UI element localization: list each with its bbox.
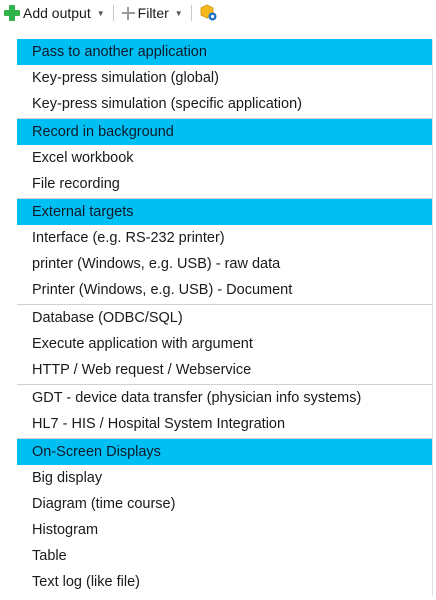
menu-item[interactable]: Histogram — [17, 517, 432, 543]
toolbar-separator — [112, 5, 114, 21]
plus-green-icon — [4, 5, 20, 21]
menu-group: On-Screen Displays Big display Diagram (ti… — [17, 439, 432, 596]
add-output-button[interactable]: Add output ▼ — [0, 1, 107, 25]
menu-item[interactable]: Execute application with argument — [17, 331, 432, 357]
chevron-down-icon: ▼ — [96, 8, 105, 18]
menu-item[interactable]: Diagram (time course) — [17, 491, 432, 517]
menu-category-header[interactable]: Record in background — [17, 119, 432, 145]
menu-item[interactable]: Big display — [17, 465, 432, 491]
menu-category-header[interactable]: External targets — [17, 199, 432, 225]
menu-item[interactable]: Interface (e.g. RS-232 printer) — [17, 225, 432, 251]
menu-item[interactable]: HTTP / Web request / Webservice — [17, 357, 432, 383]
filter-button[interactable]: Filter ▼ — [120, 1, 185, 25]
menu-item[interactable]: Table — [17, 543, 432, 569]
menu-item[interactable]: Excel workbook — [17, 145, 432, 171]
menu-group: Record in background Excel workbook File r… — [17, 119, 432, 199]
add-output-menu: Pass to another application Key-press sim… — [17, 39, 433, 596]
extra-button[interactable] — [198, 1, 220, 25]
menu-category-header[interactable]: On-Screen Displays — [17, 439, 432, 465]
toolbar: Add output ▼ Filter ▼ — [0, 0, 436, 26]
menu-item[interactable]: File recording — [17, 171, 432, 197]
menu-item[interactable]: Printer (Windows, e.g. USB) - Document — [17, 277, 432, 303]
toolbar-separator — [190, 5, 192, 21]
add-output-label: Add output — [23, 5, 91, 21]
menu-group: Pass to another application Key-press sim… — [17, 39, 432, 119]
menu-item[interactable]: HL7 - HIS / Hospital System Integration — [17, 411, 432, 437]
menu-group: GDT - device data transfer (physician in… — [17, 385, 432, 439]
menu-item[interactable]: GDT - device data transfer (physician in… — [17, 385, 432, 411]
hexagon-settings-icon — [200, 4, 217, 21]
menu-item[interactable]: printer (Windows, e.g. USB) - raw data — [17, 251, 432, 277]
menu-item[interactable]: Key-press simulation (specific applicati… — [17, 91, 432, 117]
chevron-down-icon: ▼ — [174, 8, 183, 18]
menu-group: Database (ODBC/SQL) Execute application w… — [17, 305, 432, 385]
menu-group: External targets Interface (e.g. RS-232 p… — [17, 199, 432, 305]
menu-item[interactable]: Text log (like file) — [17, 569, 432, 595]
menu-category-header[interactable]: Pass to another application — [17, 39, 432, 65]
menu-item[interactable]: Key-press simulation (global) — [17, 65, 432, 91]
menu-item[interactable]: Database (ODBC/SQL) — [17, 305, 432, 331]
plus-gray-icon — [121, 6, 135, 20]
filter-label: Filter — [137, 5, 169, 21]
